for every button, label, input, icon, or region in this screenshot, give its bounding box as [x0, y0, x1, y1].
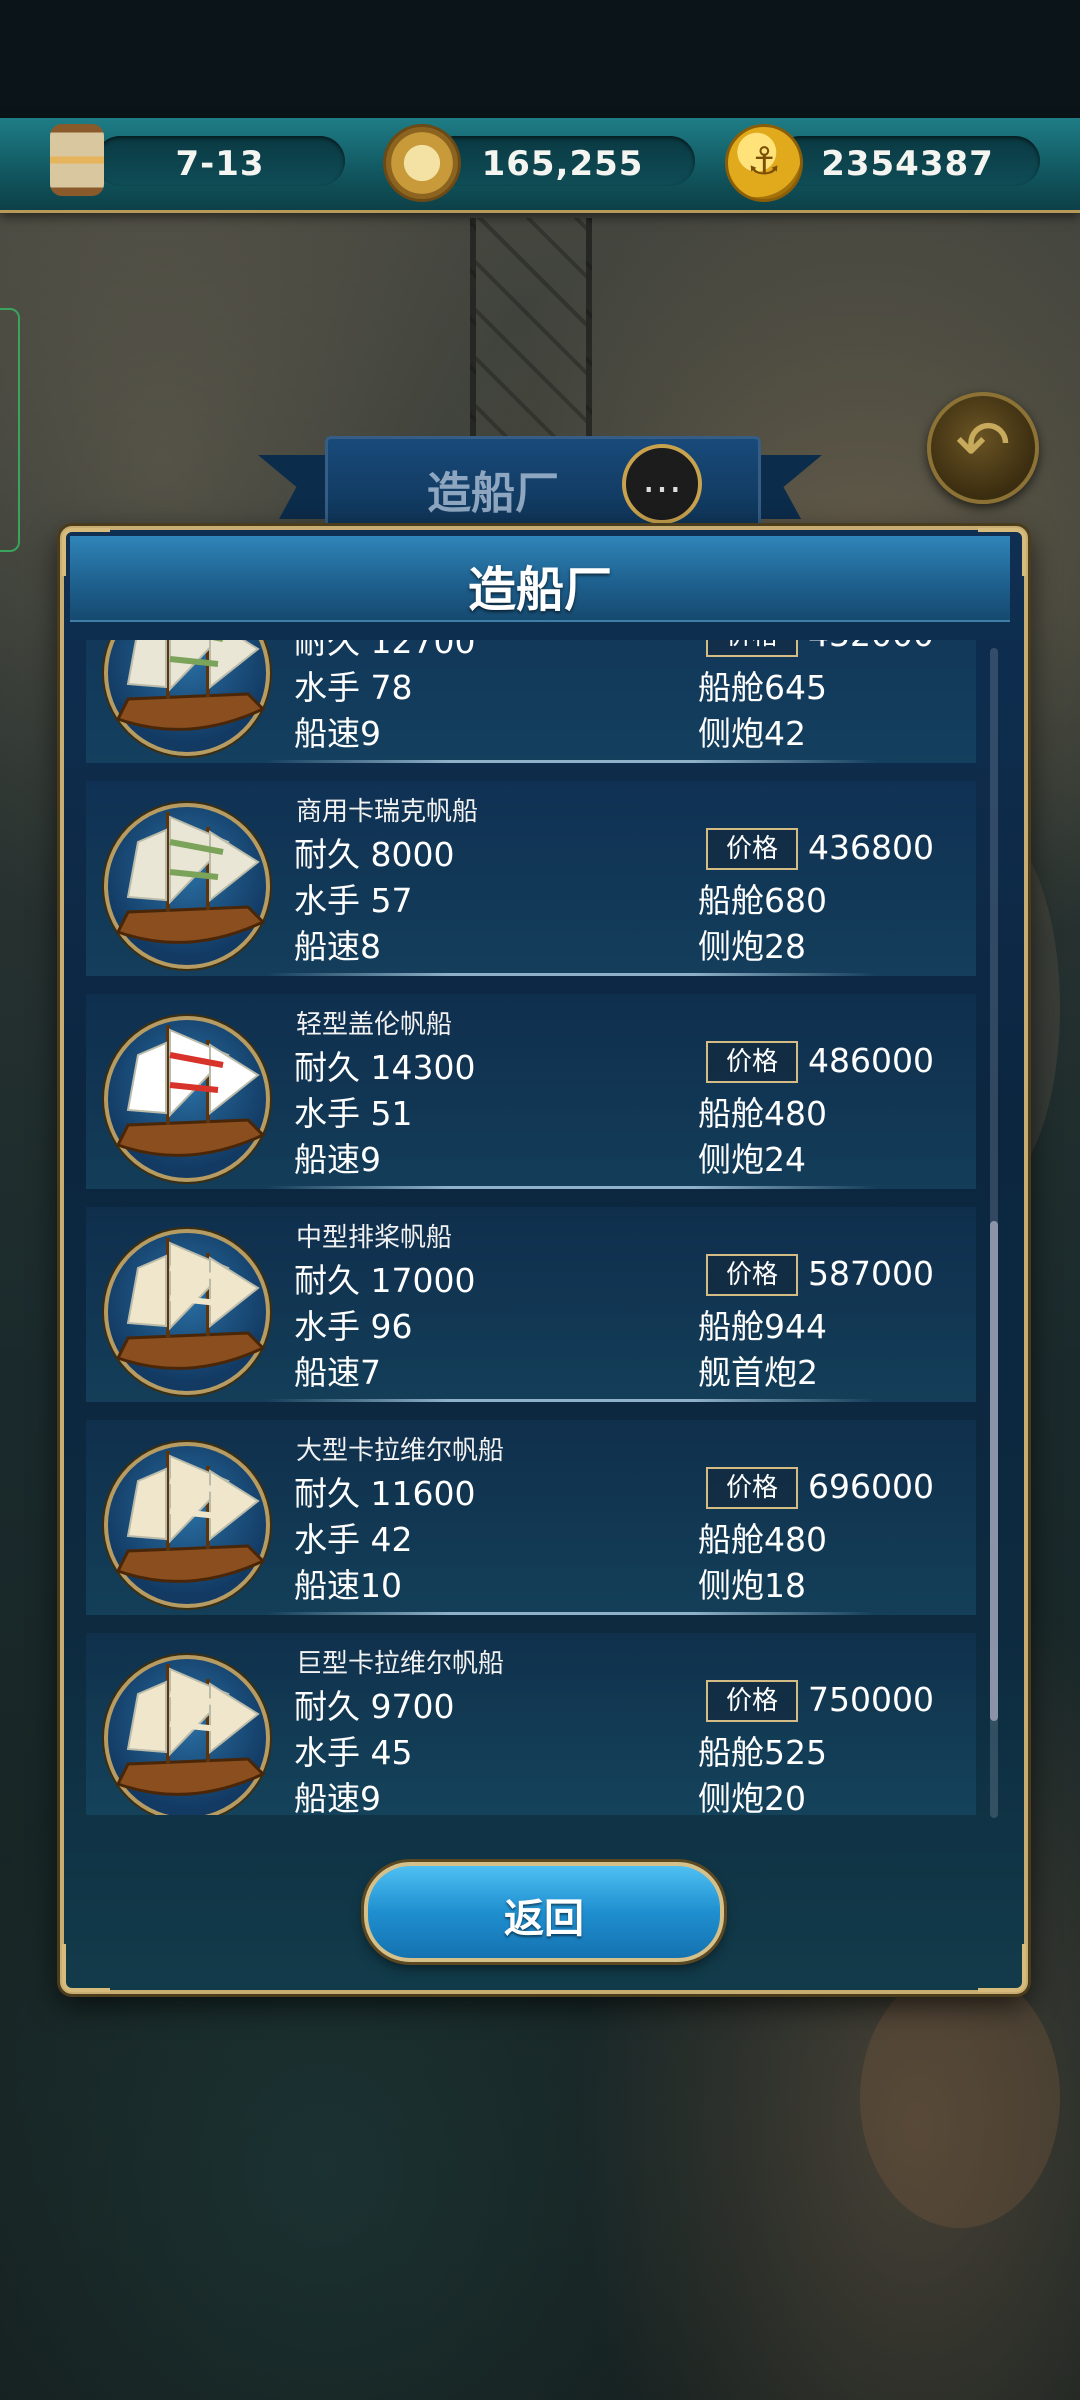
return-button[interactable]: 返回	[364, 1862, 724, 1962]
ship-icon	[115, 1451, 266, 1583]
chat-bubble-icon: …	[642, 456, 682, 502]
price-value: 432000	[808, 640, 934, 654]
ship-name: 巨型卡拉维尔帆船	[296, 1649, 505, 1679]
price-label: 价格	[706, 1680, 798, 1722]
back-arrow-icon: ↶	[955, 406, 1011, 483]
gold-value: 2354387	[821, 144, 994, 184]
ship-name: 轻型盖伦帆船	[296, 1010, 453, 1040]
ship-row[interactable]: 大型卡拉维尔帆船 耐久 11600 水手 42 船速10 价格 696000 船…	[86, 1412, 976, 1625]
speed-stat: 船速8	[294, 927, 381, 966]
hold-stat: 船舱480	[698, 1520, 827, 1559]
price-value: 486000	[808, 1041, 934, 1080]
ship-list-content: 耐久 12700 水手 78 船速9 价格 432000 船舱645 侧炮42	[86, 640, 976, 1815]
banner-title: 造船厂	[427, 468, 559, 519]
fame-display: 165,255	[430, 136, 695, 186]
price-value: 436800	[808, 828, 934, 867]
scrollbar[interactable]	[990, 648, 998, 1818]
dialog-header: 造船厂	[70, 536, 1010, 622]
cannon-stat: 侧炮20	[698, 1779, 806, 1815]
ship-portrait[interactable]	[104, 803, 270, 969]
hold-stat: 船舱525	[698, 1733, 827, 1772]
date-value: 7-13	[175, 144, 265, 184]
durability-stat: 耐久 17000	[294, 1261, 476, 1300]
date-display: 7-13	[95, 136, 345, 186]
ship-row[interactable]: 商用卡瑞克帆船 耐久 8000 水手 57 船速8 价格 436800 船舱68…	[86, 773, 976, 986]
row-divider	[266, 1399, 876, 1402]
shipyard-dialog: 造船厂 耐久 12700 水手 78 船速9 船舱645 侧炮42 商用卡瑞克帆…	[60, 526, 1028, 1994]
durability-stat: 耐久 14300	[294, 1048, 476, 1087]
ship-icon	[115, 812, 266, 944]
dialog-title: 造船厂	[467, 562, 612, 618]
resource-bar: 7-13 165,255 2354387	[0, 118, 1080, 213]
ship-row[interactable]: 巨型卡拉维尔帆船 耐久 9700 水手 45 船速9 价格 750000 船舱5…	[86, 1625, 976, 1815]
durability-stat: 耐久 11600	[294, 1474, 476, 1513]
ship-list[interactable]: 耐久 12700 水手 78 船速9 价格 432000 船舱645 侧炮42	[86, 640, 976, 1815]
row-divider	[266, 973, 876, 976]
side-tab-outline[interactable]	[0, 308, 20, 552]
sailors-stat: 水手 57	[294, 881, 413, 920]
hold-stat: 船舱480	[698, 1094, 827, 1133]
price-value: 587000	[808, 1254, 934, 1293]
back-arrow-button[interactable]: ↶	[927, 392, 1039, 504]
gold-display: 2354387	[775, 136, 1040, 186]
speed-stat: 船速10	[294, 1566, 402, 1605]
ship-icon	[115, 1238, 266, 1370]
price-label: 价格	[706, 1467, 798, 1509]
durability-stat: 耐久 8000	[294, 835, 455, 874]
speed-stat: 船速9	[294, 1140, 381, 1179]
price-label: 价格	[706, 828, 798, 870]
cannon-stat: 侧炮18	[698, 1566, 806, 1605]
anchor-coin-icon	[725, 124, 803, 202]
ship-portrait[interactable]	[104, 1016, 270, 1182]
sailors-stat: 水手 45	[294, 1733, 413, 1772]
return-label: 返回	[504, 1896, 584, 1942]
cannon-stat: 舰首炮2	[698, 1353, 818, 1392]
durability-stat: 耐久 12700	[294, 640, 476, 661]
sailors-stat: 水手 42	[294, 1520, 413, 1559]
ship-name: 大型卡拉维尔帆船	[296, 1436, 505, 1466]
ship-portrait[interactable]	[104, 1229, 270, 1395]
ship-icon	[115, 1664, 266, 1796]
price-value: 696000	[808, 1467, 934, 1506]
ship-row[interactable]: 轻型盖伦帆船 耐久 14300 水手 51 船速9 价格 486000 船舱48…	[86, 986, 976, 1199]
ship-portrait[interactable]	[104, 1442, 270, 1608]
ship-name: 商用卡瑞克帆船	[296, 797, 479, 827]
price-label: 价格	[706, 640, 798, 657]
row-divider	[266, 1186, 876, 1189]
speed-stat: 船速9	[294, 714, 381, 753]
price-label: 价格	[706, 1041, 798, 1083]
ship-icon	[115, 1025, 266, 1157]
cannon-stat: 侧炮24	[698, 1140, 806, 1179]
speed-stat: 船速7	[294, 1353, 381, 1392]
durability-stat: 耐久 9700	[294, 1687, 455, 1726]
price-value: 750000	[808, 1680, 934, 1719]
cannon-stat: 侧炮42	[698, 714, 806, 753]
price-label: 价格	[706, 1254, 798, 1296]
row-divider	[266, 1612, 876, 1615]
ship-row[interactable]: 耐久 12700 水手 78 船速9 价格 432000 船舱645 侧炮42	[86, 640, 976, 773]
ship-icon	[115, 640, 266, 731]
sailors-stat: 水手 51	[294, 1094, 413, 1133]
row-divider	[266, 760, 876, 763]
ship-portrait[interactable]	[104, 640, 270, 756]
hold-stat: 船舱944	[698, 1307, 827, 1346]
ship-row[interactable]: 中型排桨帆船 耐久 17000 水手 96 船速7 价格 587000 船舱94…	[86, 1199, 976, 1412]
ship-name: 中型排桨帆船	[296, 1223, 453, 1253]
ship-portrait[interactable]	[104, 1655, 270, 1815]
sailors-stat: 水手 96	[294, 1307, 413, 1346]
sailors-stat: 水手 78	[294, 668, 413, 707]
chat-button[interactable]: …	[622, 444, 702, 524]
hold-stat: 船舱645	[698, 668, 827, 707]
scrollbar-thumb[interactable]	[990, 1221, 998, 1721]
hold-stat: 船舱680	[698, 881, 827, 920]
hourglass-icon	[50, 124, 104, 196]
speed-stat: 船速9	[294, 1779, 381, 1815]
compass-icon	[383, 124, 461, 202]
cannon-stat: 侧炮28	[698, 927, 806, 966]
fame-value: 165,255	[481, 144, 644, 184]
